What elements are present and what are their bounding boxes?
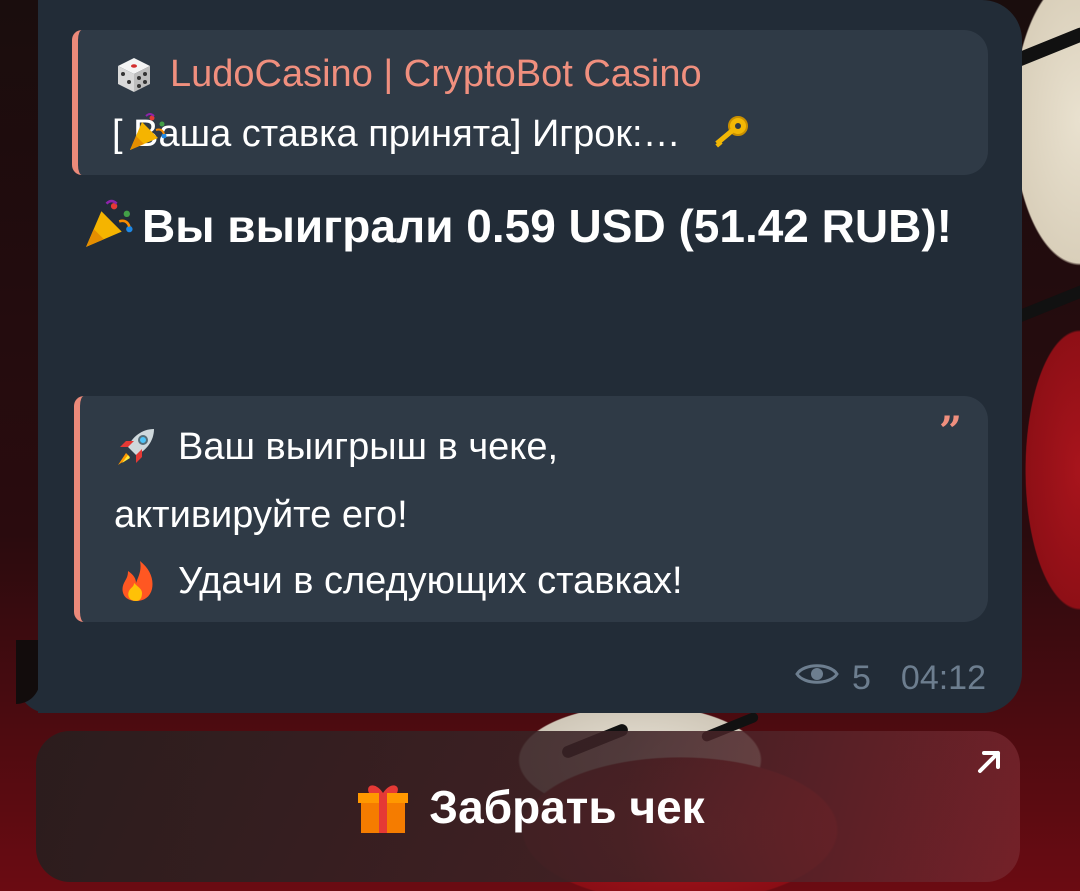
reply-text-row: [ Ваша ставка принята] Игрок:… xyxy=(112,112,681,156)
reply-text: [ Ваша ставка принята] Игрок:… xyxy=(112,113,681,155)
claim-check-label: Забрать чек xyxy=(429,781,705,833)
rocket-icon xyxy=(114,425,158,469)
dice-icon xyxy=(112,52,156,96)
win-message: Вы выиграли 0.59 USD (51.42 RUB)! xyxy=(76,192,976,260)
quote-line-1-text: Ваш выигрыш в чеке, xyxy=(178,426,559,468)
quote-mark-icon: ” xyxy=(938,408,962,455)
quote-line-1: Ваш выигрыш в чеке, xyxy=(114,424,558,470)
arrow-up-right-icon xyxy=(978,751,1000,773)
quote-line-2-text: активируйте его! xyxy=(114,494,408,536)
quote-line-3-text: Удачи в следующих ставках! xyxy=(178,560,683,602)
quote-line-2: активируйте его! xyxy=(114,492,408,538)
fire-icon xyxy=(114,559,158,603)
party-popper-icon xyxy=(126,110,170,154)
eye-icon xyxy=(794,658,840,698)
reply-preview[interactable]: LudoCasino | CryptoBot Casino [ Ваша ста… xyxy=(72,30,988,175)
message-time: 04:12 xyxy=(900,659,986,697)
quote-line-3: Удачи в следующих ставках! xyxy=(114,558,683,604)
claim-check-content: Забрать чек xyxy=(36,775,1020,839)
key-icon xyxy=(708,112,752,156)
quote-block: ” Ваш выигрыш в чеке, активируйте его! У… xyxy=(74,396,988,622)
party-popper-icon xyxy=(76,196,142,252)
view-count: 5 xyxy=(851,659,871,697)
win-message-text: Вы выиграли 0.59 USD (51.42 RUB)! xyxy=(142,200,952,252)
gift-icon xyxy=(351,775,415,839)
reply-title-row: LudoCasino | CryptoBot Casino xyxy=(112,52,702,96)
message-meta: 5 04:12 xyxy=(794,658,986,698)
reply-title: LudoCasino | CryptoBot Casino xyxy=(170,53,702,95)
claim-check-button[interactable]: Забрать чек xyxy=(36,731,1020,882)
